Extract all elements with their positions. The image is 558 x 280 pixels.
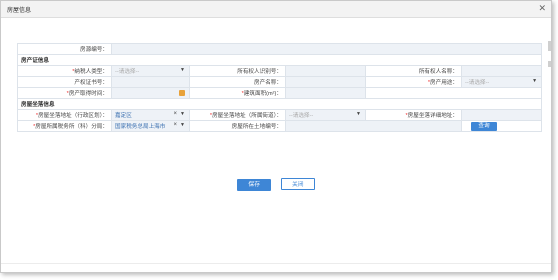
section-location-title: 房屋坐落信息 — [16, 98, 543, 110]
row-acquire: *房产取得时间： *建筑面积(m²)： — [17, 87, 543, 99]
property-use-label: *房产用途： — [365, 76, 462, 88]
scrollbar-handle[interactable] — [548, 41, 551, 51]
empty-cell — [364, 87, 543, 99]
footer-divider — [1, 263, 551, 264]
owner-name-label: 所有权人名称： — [365, 65, 462, 77]
close-icon[interactable]: ✕ — [538, 3, 546, 13]
addr-district-select[interactable]: 嘉定区 × ▼ — [111, 109, 190, 121]
taxpayer-type-select[interactable]: --请选择-- ▼ — [111, 65, 190, 77]
row-cert: 产权证书号： 房产名称： *房产用途： --请选择-- ▼ — [17, 76, 543, 88]
row-tax-office: *房屋所属税务所（科）分局： 国家税务总局上海市 × ▼ 房屋所在土地编号： 查询 — [17, 120, 543, 132]
action-bar: 保存 关闭 — [1, 178, 551, 191]
clear-icon[interactable]: × — [173, 122, 177, 128]
chevron-down-icon: ▼ — [532, 78, 538, 84]
house-form: 房源编号： 房产证信息 *纳税人类型： --请选择-- ▼ 所有权人识别号： 所有… — [16, 43, 543, 132]
owner-id-field[interactable] — [285, 65, 366, 77]
addr-district-label: *房屋坐落地址（行政区划）： — [17, 109, 112, 121]
close-button[interactable]: 关闭 — [280, 178, 315, 190]
building-area-label: *建筑面积(m²)： — [189, 87, 286, 99]
row-section-location: 房屋坐落信息 — [16, 98, 543, 110]
property-use-select[interactable]: --请选择-- ▼ — [460, 76, 543, 88]
clear-icon[interactable]: × — [173, 111, 177, 117]
property-name-label: 房产名称： — [189, 76, 286, 88]
cert-no-field[interactable] — [111, 76, 190, 88]
tax-office-label: *房屋所属税务所（科）分局： — [17, 120, 112, 132]
chevron-down-icon: ▼ — [356, 111, 361, 117]
calendar-icon[interactable] — [179, 90, 185, 96]
row-taxpayer: *纳税人类型： --请选择-- ▼ 所有权人识别号： 所有权人名称： — [17, 65, 543, 77]
query-cell: 查询 — [460, 120, 543, 132]
house-info-dialog: 房屋信息 ✕ 房源编号： 房产证信息 *纳税人类型： --请选择-- ▼ 所有权人… — [0, 0, 552, 273]
acquire-time-label: *房产取得时间： — [17, 87, 112, 99]
land-no-field[interactable] — [285, 120, 462, 132]
chevron-down-icon: ▼ — [180, 122, 185, 128]
addr-street-label: *房屋坐落地址（所属街道）： — [189, 109, 286, 121]
acquire-time-field[interactable] — [111, 87, 190, 99]
addr-detail-field[interactable] — [460, 109, 543, 121]
land-no-label: 房屋所在土地编号： — [189, 120, 286, 132]
chevron-down-icon: ▼ — [180, 111, 185, 117]
row-section-cert: 房产证信息 — [16, 54, 543, 66]
section-cert-title: 房产证信息 — [16, 54, 543, 66]
house-no-label: 房源编号： — [17, 43, 112, 55]
save-button[interactable]: 保存 — [237, 179, 272, 191]
chevron-down-icon: ▼ — [180, 67, 185, 73]
tax-office-select[interactable]: 国家税务总局上海市 × ▼ — [111, 120, 190, 132]
building-area-field[interactable] — [285, 87, 366, 99]
row-house-no: 房源编号： — [17, 43, 543, 55]
taxpayer-type-label: *纳税人类型： — [17, 65, 112, 77]
dialog-title: 房屋信息 — [7, 8, 32, 14]
scrollbar-marker — [548, 61, 551, 67]
owner-name-field[interactable] — [460, 65, 543, 77]
dialog-titlebar: 房屋信息 ✕ — [1, 1, 551, 18]
addr-street-select[interactable]: --请选择-- ▼ — [285, 109, 366, 121]
addr-detail-label: *房屋坐落详细地址： — [365, 109, 462, 121]
property-name-field[interactable] — [285, 76, 366, 88]
owner-id-label: 所有权人识别号： — [189, 65, 286, 77]
row-address: *房屋坐落地址（行政区划）： 嘉定区 × ▼ *房屋坐落地址（所属街道）： --请选… — [17, 109, 543, 121]
house-no-field[interactable] — [110, 43, 543, 55]
cert-no-label: 产权证书号： — [17, 76, 112, 88]
query-button[interactable]: 查询 — [471, 121, 497, 131]
